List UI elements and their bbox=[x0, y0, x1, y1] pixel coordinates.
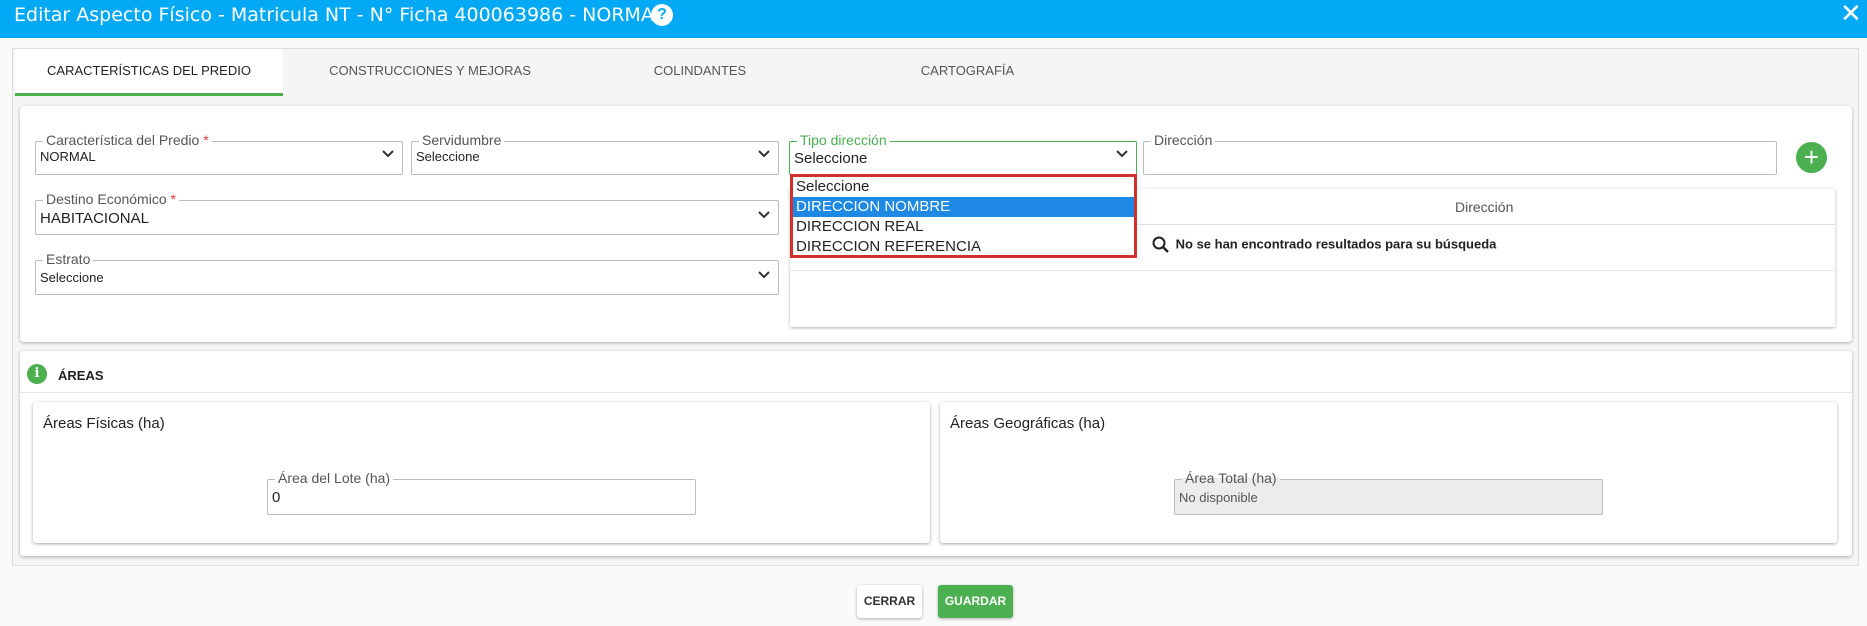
tab-construcciones[interactable]: CONSTRUCCIONES Y MEJORAS bbox=[305, 49, 555, 96]
empty-results-text: No se han encontrado resultados para su … bbox=[1175, 236, 1497, 252]
estrato-select[interactable]: Estrato Seleccione bbox=[35, 251, 779, 295]
area-lote-input[interactable]: Área del Lote (ha) 0 bbox=[267, 470, 696, 515]
chevron-down-icon bbox=[758, 271, 770, 279]
search-icon bbox=[1152, 236, 1169, 253]
empty-results: No se han encontrado resultados para su … bbox=[1152, 236, 1496, 254]
estrato-label: Estrato bbox=[43, 251, 94, 267]
help-icon[interactable]: ? bbox=[651, 4, 673, 26]
dropdown-option-direccion-real[interactable]: DIRECCION REAL bbox=[793, 217, 1134, 237]
close-icon[interactable]: ✕ bbox=[1840, 0, 1862, 26]
direccion-input[interactable]: Dirección bbox=[1143, 132, 1777, 175]
dialog-header: Editar Aspecto Físico - Matricula NT - N… bbox=[0, 0, 1867, 38]
area-lote-label: Área del Lote (ha) bbox=[275, 470, 394, 486]
area-total-value: No disponible bbox=[1179, 490, 1258, 505]
servidumbre-value: Seleccione bbox=[416, 149, 480, 164]
servidumbre-select[interactable]: Servidumbre Seleccione bbox=[411, 132, 779, 175]
add-direccion-button[interactable]: + bbox=[1796, 142, 1827, 173]
area-total-input: Área Total (ha) No disponible bbox=[1174, 470, 1603, 515]
tab-cartografia[interactable]: CARTOGRAFÍA bbox=[885, 49, 1050, 96]
cerrar-button[interactable]: CERRAR bbox=[857, 585, 922, 618]
tab-caracteristicas[interactable]: CARACTERÍSTICAS DEL PREDIO bbox=[15, 49, 283, 96]
chevron-down-icon bbox=[382, 150, 394, 158]
dropdown-option-direccion-nombre[interactable]: DIRECCION NOMBRE bbox=[793, 197, 1134, 217]
direccion-label: Dirección bbox=[1151, 132, 1216, 148]
tipo-direccion-label: Tipo dirección bbox=[797, 132, 890, 148]
tipo-direccion-value: Seleccione bbox=[794, 150, 868, 167]
areas-title: ÁREAS bbox=[58, 368, 104, 383]
area-total-label: Área Total (ha) bbox=[1182, 470, 1280, 486]
areas-fisicas-title: Áreas Físicas (ha) bbox=[43, 415, 165, 432]
info-icon: i bbox=[27, 364, 47, 384]
servidumbre-label: Servidumbre bbox=[419, 132, 505, 148]
tipo-direccion-select[interactable]: Tipo dirección Seleccione bbox=[789, 132, 1137, 175]
dropdown-option-direccion-referencia[interactable]: DIRECCION REFERENCIA bbox=[793, 237, 1134, 257]
caracteristica-predio-select[interactable]: Característica del Predio * NORMAL bbox=[35, 132, 403, 175]
dialog-title: Editar Aspecto Físico - Matricula NT - N… bbox=[14, 4, 665, 26]
areas-header: i ÁREAS bbox=[20, 351, 1852, 393]
row-divider bbox=[790, 270, 1835, 271]
estrato-value: Seleccione bbox=[40, 270, 104, 285]
chevron-down-icon bbox=[758, 150, 770, 158]
area-lote-value: 0 bbox=[272, 489, 281, 506]
areas-geograficas-title: Áreas Geográficas (ha) bbox=[950, 415, 1106, 432]
chevron-down-icon bbox=[758, 211, 770, 219]
guardar-button[interactable]: GUARDAR bbox=[938, 585, 1013, 618]
areas-fisicas-card: Áreas Físicas (ha) Área del Lote (ha) 0 bbox=[33, 402, 930, 543]
destino-economico-select[interactable]: Destino Económico * HABITACIONAL bbox=[35, 191, 779, 235]
areas-geograficas-card: Áreas Geográficas (ha) Área Total (ha) N… bbox=[940, 402, 1837, 543]
caracteristica-predio-label: Característica del Predio * bbox=[43, 132, 212, 148]
chevron-down-icon bbox=[1116, 150, 1128, 158]
tab-colindantes[interactable]: COLINDANTES bbox=[615, 49, 785, 96]
destino-economico-value: HABITACIONAL bbox=[40, 210, 149, 227]
caracteristica-predio-value: NORMAL bbox=[40, 149, 96, 164]
tipo-direccion-dropdown: Seleccione DIRECCION NOMBRE DIRECCION RE… bbox=[790, 174, 1137, 258]
column-header-direccion: Dirección bbox=[1455, 199, 1514, 215]
dropdown-option-seleccione[interactable]: Seleccione bbox=[793, 177, 1134, 197]
destino-economico-label: Destino Económico * bbox=[43, 191, 179, 207]
